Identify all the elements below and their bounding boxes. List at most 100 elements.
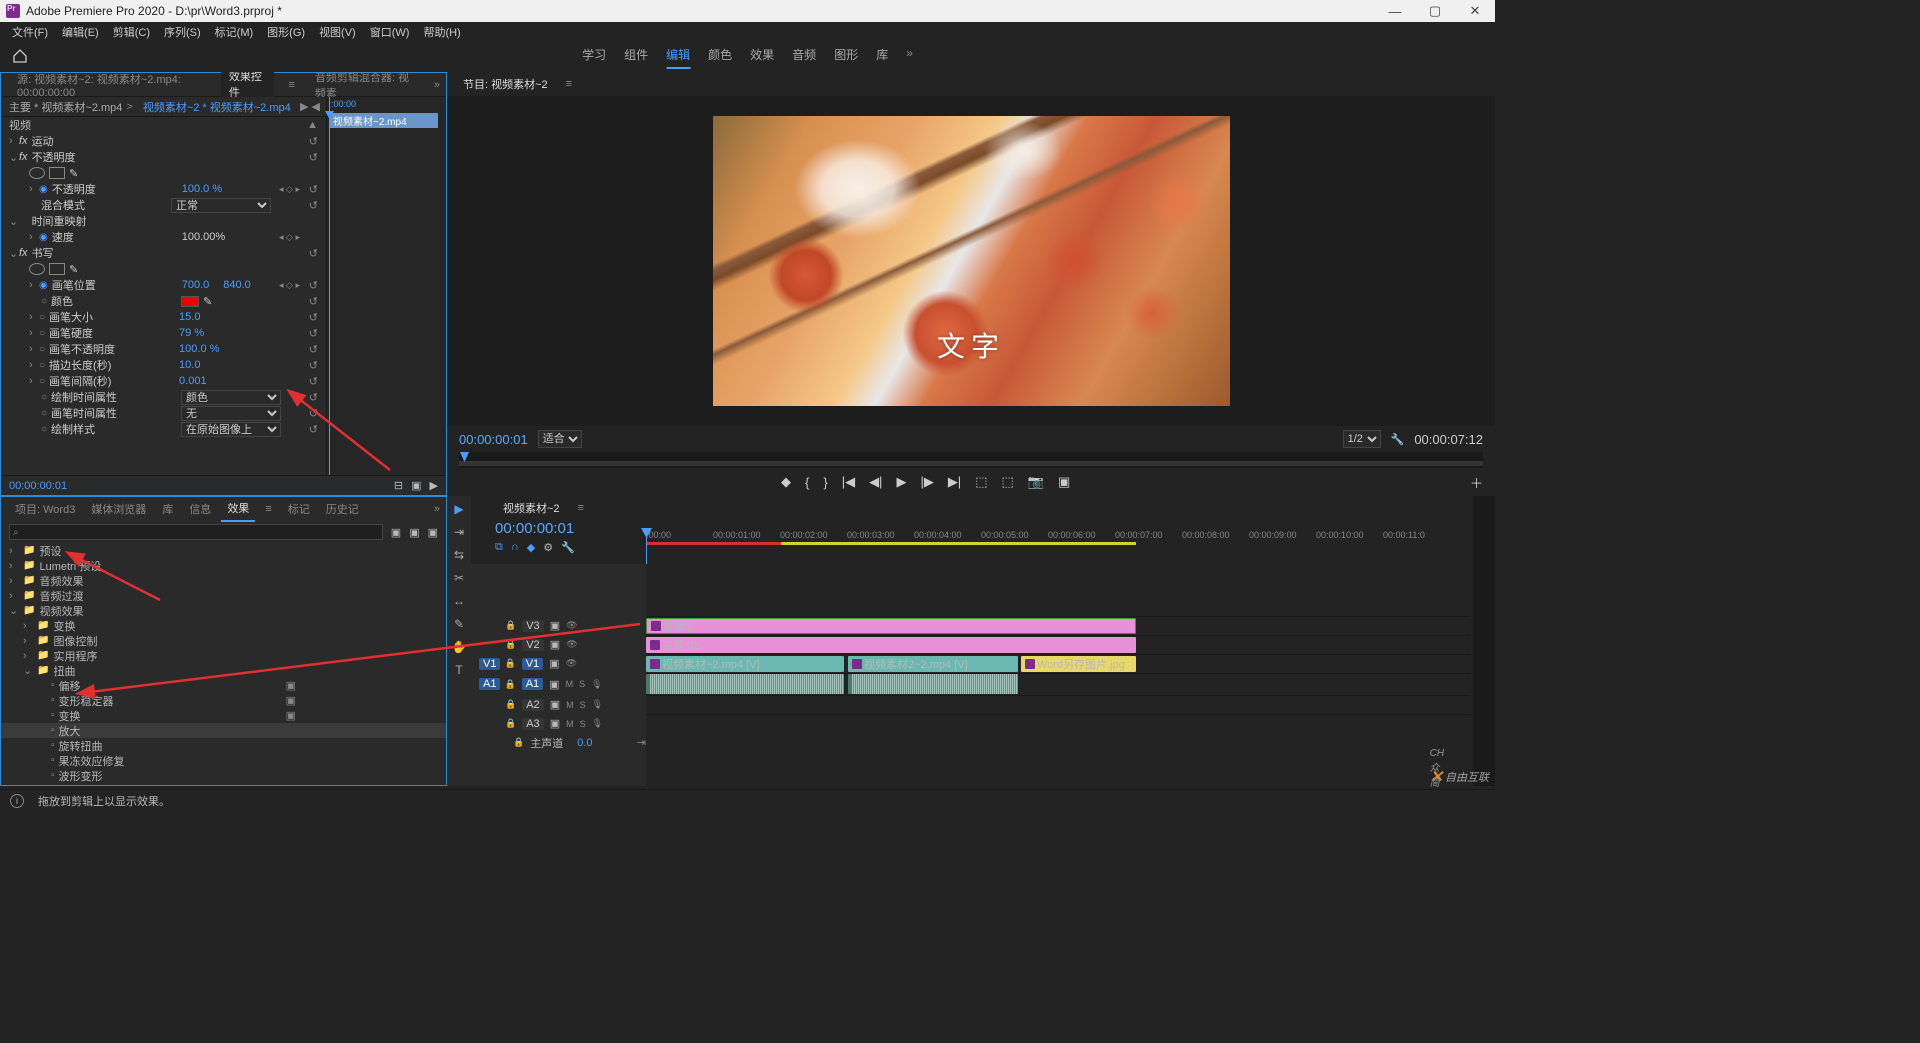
menu-edit[interactable]: 编辑(E) [56,22,105,42]
type-tool-icon[interactable]: T [455,663,462,677]
ec-toggle-icon[interactable]: ▶ [430,479,438,492]
toggle-output-icon[interactable]: ▣ [550,638,560,651]
mask-pen-icon[interactable]: ✎ [69,167,78,180]
voiceover-icon[interactable]: 🎙 [591,679,602,690]
kf-nav[interactable]: ◂ ◇ ▸ [279,184,300,195]
effect-item[interactable]: ▫旋转扭曲 [1,738,446,753]
fit-select[interactable]: 适合 [538,430,582,448]
go-in-icon[interactable]: |◀ [842,474,855,490]
track-a3[interactable]: A3 [522,718,543,730]
ws-tab-color[interactable]: 颜色 [708,46,732,69]
selection-tool-icon[interactable]: ▶ [454,502,463,516]
tl-settings-icon[interactable]: ⚙ [543,541,553,554]
fx-badge-icon[interactable]: ▣ [428,526,438,539]
razor-tool-icon[interactable]: ✂ [454,571,464,585]
voiceover-icon[interactable]: 🎙 [592,699,603,710]
ws-tab-learn[interactable]: 学习 [582,46,606,69]
lock-icon[interactable]: 🔒 [505,620,516,631]
voiceover-icon[interactable]: 🎙 [592,718,603,729]
ws-tab-audio[interactable]: 音频 [792,46,816,69]
track-v3[interactable]: V3 [522,620,543,632]
slip-tool-icon[interactable]: ↔ [453,594,465,608]
ec-tl-playhead[interactable] [329,97,330,475]
effects-folder[interactable]: ⌄📁扭曲 [1,663,446,678]
lock-icon[interactable]: 🔒 [513,737,524,748]
fx-badge-icon[interactable]: ▣ [391,526,401,539]
hand-tool-icon[interactable]: ✋ [452,640,467,654]
ec-write[interactable]: 书写 [32,245,162,261]
menu-marker[interactable]: 标记(M) [209,22,260,42]
track-row[interactable] [646,714,1471,733]
source-v1[interactable]: V1 [479,658,500,670]
effects-search-input[interactable] [9,524,383,540]
reset-icon[interactable]: ↺ [309,391,318,404]
ec-brushopac[interactable]: 画笔不透明度 [49,341,179,357]
effects-folder[interactable]: ›📁实用程序 [1,648,446,663]
effect-item[interactable]: ▫放大 [1,723,446,738]
mask-pen-icon[interactable]: ✎ [69,263,78,276]
home-icon[interactable] [12,48,30,66]
mask-rect-icon[interactable] [49,263,65,275]
ec-brushpos[interactable]: 画笔位置 [52,277,182,293]
toggle-output-icon[interactable]: ▣ [550,619,560,632]
eye-icon[interactable]: 👁 [566,639,577,650]
reset-icon[interactable]: ↺ [309,407,318,420]
close-button[interactable]: ✕ [1455,0,1495,22]
solo-icon[interactable]: S [579,679,585,689]
source-a1[interactable]: A1 [479,678,500,690]
ec-opacity-prop[interactable]: 不透明度 [52,181,182,197]
ec-footer-timecode[interactable]: 00:00:00:01 [9,480,67,492]
reset-icon[interactable]: ↺ [309,359,318,372]
ws-tab-assembly[interactable]: 组件 [624,46,648,69]
ec-brushpos-x[interactable]: 700.0 [182,279,210,291]
ec-drawstyle[interactable]: 绘制样式 [51,421,181,437]
step-fwd-icon[interactable]: |▶ [920,474,933,490]
pen-tool-icon[interactable]: ✎ [454,617,464,631]
tab-info[interactable]: 信息 [183,497,217,521]
track-row[interactable] [646,673,1471,695]
ec-opacity-val[interactable]: 100.0 % [182,183,222,195]
program-tab[interactable]: 节目: 视频素材~2 [455,72,556,96]
menu-file[interactable]: 文件(F) [6,22,54,42]
reset-icon[interactable]: ↺ [309,199,318,212]
ec-toggle-icon[interactable]: ▣ [411,479,421,492]
menu-view[interactable]: 视图(V) [313,22,362,42]
reset-icon[interactable]: ↺ [309,151,318,164]
tab-media-browser[interactable]: 媒体浏览器 [85,497,152,521]
play-icon[interactable]: ▶ [896,474,906,490]
ec-blend-select[interactable]: 正常 [171,198,271,213]
color-swatch[interactable] [181,296,199,307]
wrench-icon[interactable]: 🔧 [561,541,575,554]
panel-menu-icon[interactable]: ≡ [570,498,592,518]
minimize-button[interactable]: — [1375,0,1415,22]
kf-nav[interactable]: ◂ ◇ ▸ [279,232,300,243]
reset-icon[interactable]: ↺ [309,183,318,196]
ec-opacity[interactable]: 不透明度 [32,149,162,165]
menu-window[interactable]: 窗口(W) [364,22,416,42]
track-a1[interactable]: A1 [522,678,543,690]
effects-tree[interactable]: ›📁预设›📁Lumetri 预设›📁音频效果›📁音频过渡⌄📁视频效果›📁变换›📁… [1,543,446,785]
reset-icon[interactable]: ↺ [309,247,318,260]
mask-ellipse-icon[interactable] [29,263,45,275]
ec-tprop-select[interactable]: 颜色 [181,390,281,405]
track-master[interactable]: 主声道 [530,735,563,751]
effect-item[interactable]: ▫波形变形 [1,768,446,783]
panel-menu-icon[interactable]: ≡ [259,499,277,519]
ec-tpropb[interactable]: 画笔时间属性 [51,405,181,421]
menu-sequence[interactable]: 序列(S) [158,22,207,42]
snap-icon[interactable]: ⧉ [495,541,503,554]
tabs-overflow-icon[interactable]: » [428,499,446,519]
timeline-clip[interactable]: 整面层 [646,618,1136,634]
resolution-select[interactable]: 1/2 [1343,430,1381,448]
effect-item[interactable]: ▫变换▣ [1,708,446,723]
timeline-clip[interactable]: Word另存图片.jpg [1021,656,1136,672]
ec-tpropb-select[interactable]: 无 [181,406,281,421]
reset-icon[interactable]: ↺ [309,135,318,148]
ec-timeremap[interactable]: 时间重映射 [32,213,162,229]
ec-brushsize[interactable]: 画笔大小 [49,309,179,325]
ec-brushhard[interactable]: 画笔硬度 [49,325,179,341]
ec-speed-label[interactable]: 速度 [52,229,182,245]
track-row[interactable]: 视频素材~2.mp4 [V]视频素材2~2.mp4 [V]Word另存图片.jp… [646,654,1471,673]
effects-folder[interactable]: ⌄📁视频效果 [1,603,446,618]
ec-mini-timeline[interactable]: :00:00 视频素材~2.mp4 [326,97,446,475]
